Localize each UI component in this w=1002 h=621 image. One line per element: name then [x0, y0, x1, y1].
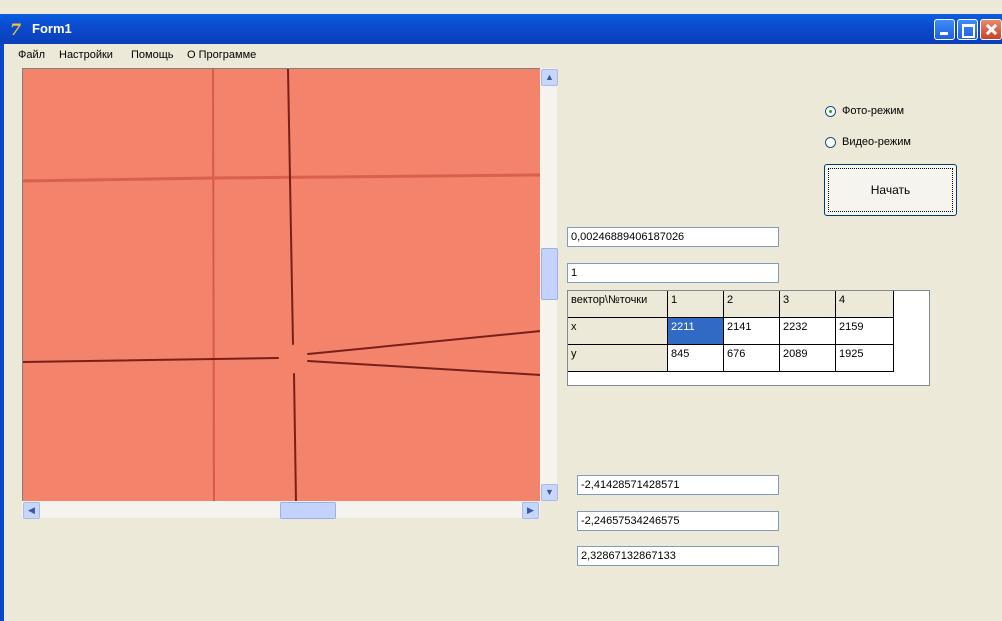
maximize-button[interactable]	[957, 19, 978, 40]
arrow-up-icon[interactable]: ▲	[541, 69, 558, 86]
horizontal-scroll-thumb[interactable]	[280, 502, 336, 519]
table-header-cell: 4	[836, 291, 894, 318]
result-field-2[interactable]: 1	[567, 263, 779, 283]
result-field-3[interactable]: -2,41428571428571	[577, 475, 779, 495]
table-cell[interactable]: 845	[668, 345, 724, 372]
menu-help[interactable]: Помощь	[131, 49, 174, 61]
table-header-cell: 3	[780, 291, 836, 318]
start-button[interactable]: Начать	[824, 164, 957, 216]
table-row-label: x	[568, 318, 668, 345]
window-title: Form1	[32, 21, 72, 36]
table-cell[interactable]: 2141	[724, 318, 780, 345]
table-cell[interactable]: 2089	[780, 345, 836, 372]
window-border	[0, 44, 4, 621]
horizontal-scrollbar[interactable]: ◀ ▶	[22, 501, 540, 519]
radio-selected-icon	[825, 106, 836, 117]
table-header-cell: 2	[724, 291, 780, 318]
arrow-down-icon[interactable]: ▼	[541, 484, 558, 501]
menu-about[interactable]: О Программе	[187, 49, 256, 61]
vertical-scrollbar[interactable]: ▲ ▼	[540, 68, 558, 501]
result-field-1[interactable]: 0,00246889406187026	[567, 227, 779, 247]
menu-bar: Файл Настройки Помощь О Программе	[4, 44, 1002, 64]
menu-file[interactable]: Файл	[18, 49, 45, 61]
vertical-scroll-thumb[interactable]	[541, 248, 558, 300]
app-icon[interactable]: 7	[10, 20, 21, 39]
table-cell[interactable]: 2211	[668, 318, 724, 345]
table-row-label: y	[568, 345, 668, 372]
title-bar[interactable]: 7 Form1	[0, 14, 1002, 44]
table-header-cell: 1	[668, 291, 724, 318]
table-cell[interactable]: 2232	[780, 318, 836, 345]
arrow-right-icon[interactable]: ▶	[522, 502, 539, 519]
menu-settings[interactable]: Настройки	[59, 49, 113, 61]
points-table[interactable]: вектор\№точки 1 2 3 4 x 2211 2141 2232 2…	[567, 290, 930, 386]
table-cell[interactable]: 2159	[836, 318, 894, 345]
crosshair-image	[23, 69, 541, 502]
scrollbar-corner	[540, 501, 557, 518]
image-view[interactable]	[22, 68, 541, 502]
table-cell[interactable]: 1925	[836, 345, 894, 372]
table-cell[interactable]: 676	[724, 345, 780, 372]
table-header-cell: вектор\№точки	[568, 291, 668, 318]
arrow-left-icon[interactable]: ◀	[23, 502, 40, 519]
minimize-button[interactable]	[934, 19, 955, 40]
result-field-4[interactable]: -2,24657534246575	[577, 511, 779, 531]
close-button[interactable]	[980, 19, 1002, 40]
radio-empty-icon	[825, 137, 836, 148]
video-mode-label: Видео-режим	[842, 136, 911, 148]
result-field-5[interactable]: 2,32867132867133	[577, 546, 779, 566]
photo-mode-label: Фото-режим	[842, 105, 905, 117]
